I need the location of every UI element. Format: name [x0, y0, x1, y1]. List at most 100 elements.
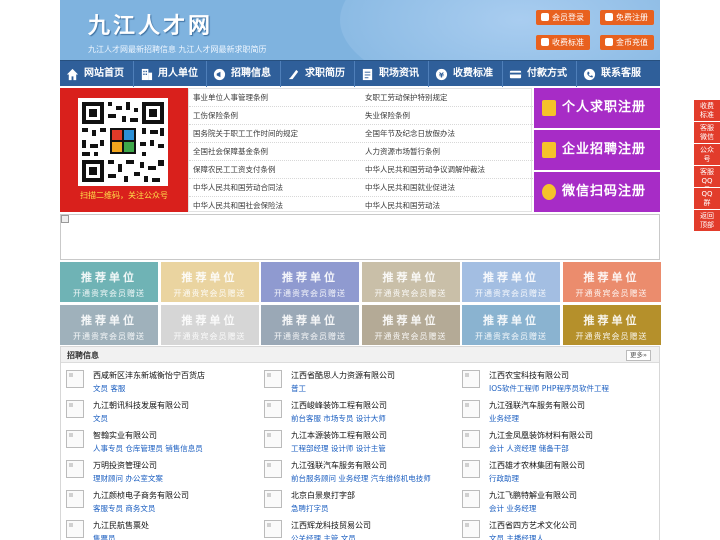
company-name-link[interactable]: 九江飞鹏特解业有限公司 [489, 490, 577, 501]
company-logo-placeholder[interactable] [462, 430, 480, 448]
regulation-link[interactable]: 事业单位人事管理条例 [193, 89, 268, 107]
float-bar-item[interactable]: 公众号 [694, 144, 720, 166]
regulation-link[interactable]: 中华人民共和国劳动法 [365, 197, 440, 215]
company-register-button[interactable]: 企业招聘注册 [534, 130, 660, 170]
company-name-link[interactable]: 万明投资管理公司 [93, 460, 157, 471]
float-bar-item[interactable]: QQ群 [694, 188, 720, 210]
recommended-company-tile[interactable]: 推荐单位 开通贵宾会员赠送 [261, 305, 359, 345]
regulation-link[interactable]: 失业保险条例 [365, 107, 410, 125]
job-positions-link[interactable]: 理财顾问 办公室文案 [93, 473, 163, 484]
recommended-company-tile[interactable]: 推荐单位 开通贵宾会员赠送 [562, 305, 661, 345]
company-logo-placeholder[interactable] [264, 400, 282, 418]
company-logo-placeholder[interactable] [66, 400, 84, 418]
float-bar-item[interactable]: 客服微信 [694, 122, 720, 144]
recommended-company-tile[interactable]: 推荐单位 开通贵宾会员赠送 [562, 262, 661, 302]
nav-jobs[interactable]: 招聘信息 [207, 61, 280, 87]
company-logo-placeholder[interactable] [462, 460, 480, 478]
job-positions-link[interactable]: 文员 [93, 413, 108, 424]
regulation-link[interactable]: 中华人民共和国就业促进法 [365, 179, 455, 197]
recommended-company-tile[interactable]: 推荐单位 开通贵宾会员赠送 [60, 262, 158, 302]
company-name-link[interactable]: 九江强联汽车服务有限公司 [291, 460, 387, 471]
company-logo-placeholder[interactable] [264, 520, 282, 538]
company-logo-placeholder[interactable] [264, 490, 282, 508]
regulation-link[interactable]: 工伤保险条例 [193, 107, 238, 125]
company-name-link[interactable]: 江西省四方艺术文化公司 [489, 520, 577, 531]
company-name-link[interactable]: 北京白景泉打字部 [291, 490, 355, 501]
nav-resumes[interactable]: 求职简历 [281, 61, 354, 87]
job-positions-link[interactable]: 工程部经理 设计师 设计主管 [291, 443, 386, 454]
regulation-link[interactable]: 中华人民共和国劳动争议调解仲裁法 [365, 161, 485, 179]
company-name-link[interactable]: 西咸新区沣东新城衡怡宁百货店 [93, 370, 205, 381]
site-logo[interactable]: 九江人才网 [88, 8, 213, 40]
company-logo-placeholder[interactable] [462, 400, 480, 418]
job-positions-link[interactable]: 售票员 [93, 533, 116, 540]
company-logo-placeholder[interactable] [264, 430, 282, 448]
job-positions-link[interactable]: 普工 [291, 383, 306, 394]
company-logo-placeholder[interactable] [264, 370, 282, 388]
job-positions-link[interactable]: 人事专员 仓库管理员 销售信息员 [93, 443, 203, 454]
job-positions-link[interactable]: 文员 主播经理人 [489, 533, 544, 540]
nav-news[interactable]: 职场资讯 [355, 61, 428, 87]
nav-employers[interactable]: 用人单位 [134, 61, 206, 87]
regulation-link[interactable]: 中华人民共和国社会保险法 [193, 197, 283, 215]
qr-code-icon[interactable] [78, 98, 168, 186]
regulation-link[interactable]: 国务院关于职工工作时间的规定 [193, 125, 298, 143]
job-positions-link[interactable]: 前台服务顾问 业务经理 汽车维修机电技师 [291, 473, 431, 484]
company-logo-placeholder[interactable] [66, 520, 84, 538]
recommended-company-tile[interactable]: 推荐单位 开通贵宾会员赠送 [261, 262, 359, 302]
recommended-company-tile[interactable]: 推荐单位 开通贵宾会员赠送 [462, 262, 560, 302]
job-positions-link[interactable]: 前台客服 市场专员 设计大师 [291, 413, 386, 424]
company-name-link[interactable]: 江西峻峰装饰工程有限公司 [291, 400, 387, 411]
regulation-link[interactable]: 中华人民共和国劳动合同法 [193, 179, 283, 197]
company-name-link[interactable]: 九江民航售票处 [93, 520, 149, 531]
recommended-company-tile[interactable]: 推荐单位 开通贵宾会员赠送 [361, 305, 460, 345]
jobs-more-link[interactable]: 更多» [626, 350, 651, 361]
company-name-link[interactable]: 江西辉龙科技贸易公司 [291, 520, 371, 531]
company-logo-placeholder[interactable] [264, 460, 282, 478]
recommended-company-tile[interactable]: 推荐单位 开通贵宾会员赠送 [361, 262, 460, 302]
wechat-register-button[interactable]: 微信扫码注册 [534, 172, 660, 212]
company-name-link[interactable]: 九江本源装饰工程有限公司 [291, 430, 387, 441]
company-name-link[interactable]: 九江金凤凰装饰材料有限公司 [489, 430, 593, 441]
regulation-link[interactable]: 人力资源市场暂行条例 [365, 143, 440, 161]
job-positions-link[interactable]: 会计 人资经理 储备干部 [489, 443, 569, 454]
recommended-company-tile[interactable]: 推荐单位 开通贵宾会员赠送 [60, 305, 158, 345]
company-name-link[interactable]: 九江颜桢电子商务有限公司 [93, 490, 189, 501]
company-logo-placeholder[interactable] [66, 460, 84, 478]
member-login-button[interactable]: 会员登录 [536, 10, 590, 25]
company-name-link[interactable]: 九江强联汽车服务有限公司 [489, 400, 585, 411]
job-positions-link[interactable]: 会计 业务经理 [489, 503, 536, 514]
nav-pricing[interactable]: ¥ 收费标准 [429, 61, 502, 87]
company-logo-placeholder[interactable] [462, 520, 480, 538]
nav-home[interactable]: 网站首页 [60, 61, 133, 87]
regulation-link[interactable]: 女职工劳动保护特别规定 [365, 89, 448, 107]
company-logo-placeholder[interactable] [66, 430, 84, 448]
company-logo-placeholder[interactable] [462, 370, 480, 388]
free-register-button[interactable]: 免费注册 [600, 10, 654, 25]
job-positions-link[interactable]: 行政助理 [489, 473, 519, 484]
float-bar-item[interactable]: 客服QQ号 [694, 166, 720, 194]
job-positions-link[interactable]: 文员 客服 [93, 383, 125, 394]
company-logo-placeholder[interactable] [462, 490, 480, 508]
regulation-link[interactable]: 全国社会保障基金条例 [193, 143, 268, 161]
float-bar-item[interactable]: 收费标准 [694, 100, 720, 122]
recommended-company-tile[interactable]: 推荐单位 开通贵宾会员赠送 [160, 305, 259, 345]
pricing-button[interactable]: 收费标准 [536, 35, 590, 50]
company-name-link[interactable]: 九江朝讯科技发展有限公司 [93, 400, 189, 411]
nav-payment[interactable]: 付款方式 [503, 61, 576, 87]
job-positions-link[interactable]: IOS软件工程师 PHP程序员软件工程 [489, 383, 609, 394]
company-logo-placeholder[interactable] [66, 370, 84, 388]
job-positions-link[interactable]: 急聘打字员 [291, 503, 329, 514]
recommended-company-tile[interactable]: 推荐单位 开通贵宾会员赠送 [462, 305, 560, 345]
float-bar-item[interactable]: 返回顶部 [694, 210, 720, 232]
personal-register-button[interactable]: 个人求职注册 [534, 88, 660, 128]
job-positions-link[interactable]: 公关经理 主管 文员 [291, 533, 356, 540]
regulation-link[interactable]: 保障农民工工资支付条例 [193, 161, 276, 179]
company-logo-placeholder[interactable] [66, 490, 84, 508]
company-name-link[interactable]: 智翰实业有限公司 [93, 430, 157, 441]
job-positions-link[interactable]: 业务经理 [489, 413, 519, 424]
company-name-link[interactable]: 江西省酷思人力资源有限公司 [291, 370, 395, 381]
company-name-link[interactable]: 江西雄才农林集团有限公司 [489, 460, 585, 471]
job-positions-link[interactable]: 客服专员 商务文员 [93, 503, 155, 514]
nav-contact[interactable]: 联系客服 [577, 61, 651, 87]
